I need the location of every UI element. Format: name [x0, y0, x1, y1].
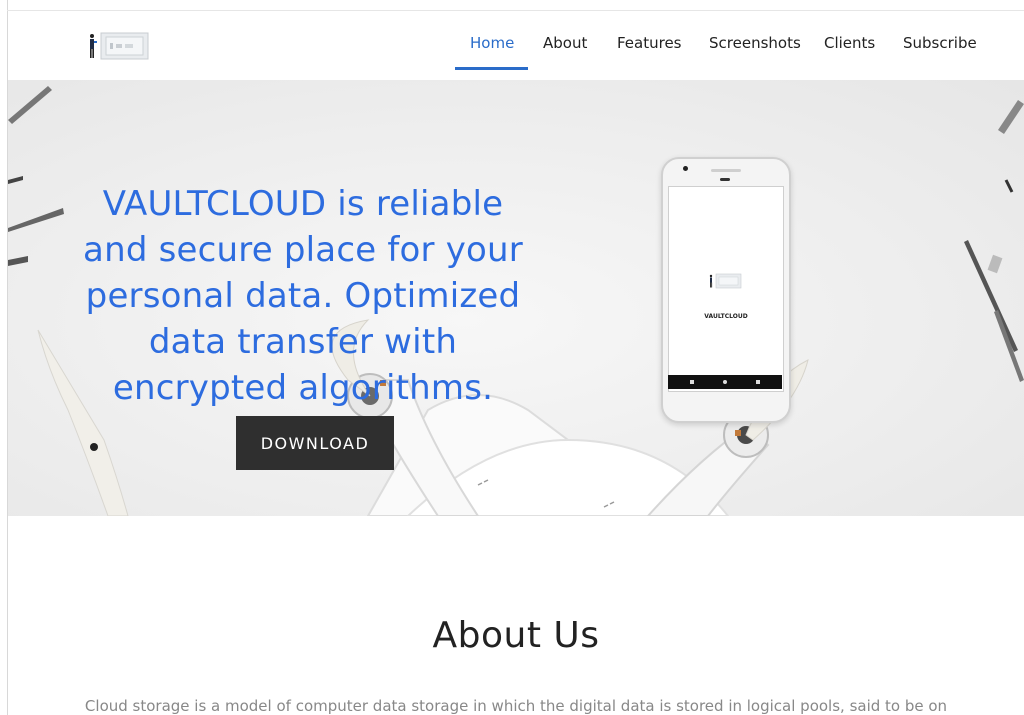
phone-brand-label: VAULTCLOUD	[704, 313, 748, 320]
phone-camera	[683, 166, 688, 171]
hero-headline: VAULTCLOUD is reliable and secure place …	[83, 183, 523, 408]
phone-home-icon	[723, 380, 727, 384]
phone-nav-bar	[668, 375, 782, 389]
nav-about[interactable]: About	[543, 34, 587, 52]
phone-speaker	[711, 169, 741, 172]
about-title: About Us	[432, 615, 600, 656]
nav-features[interactable]: Features	[617, 34, 682, 52]
about-description: Cloud storage is a model of computer dat…	[84, 697, 948, 715]
nav-screenshots[interactable]: Screenshots	[709, 34, 801, 52]
phone-logo-icon	[709, 273, 742, 289]
phone-sensor	[720, 178, 730, 181]
phone-mockup: VAULTCLOUD	[661, 157, 791, 423]
logo-icon[interactable]	[88, 31, 156, 61]
download-button[interactable]: DOWNLOAD	[236, 416, 394, 470]
nav-clients[interactable]: Clients	[824, 34, 875, 52]
hero-section: VAULTCLOUD is reliable and secure place …	[8, 80, 1024, 516]
phone-back-icon	[690, 380, 694, 384]
nav-home[interactable]: Home	[470, 34, 514, 52]
active-nav-indicator	[455, 67, 528, 70]
navbar: Home About Features Screenshots Clients …	[8, 11, 1024, 80]
nav-subscribe[interactable]: Subscribe	[903, 34, 977, 52]
phone-screen: VAULTCLOUD	[668, 186, 784, 392]
phone-recents-icon	[756, 380, 760, 384]
